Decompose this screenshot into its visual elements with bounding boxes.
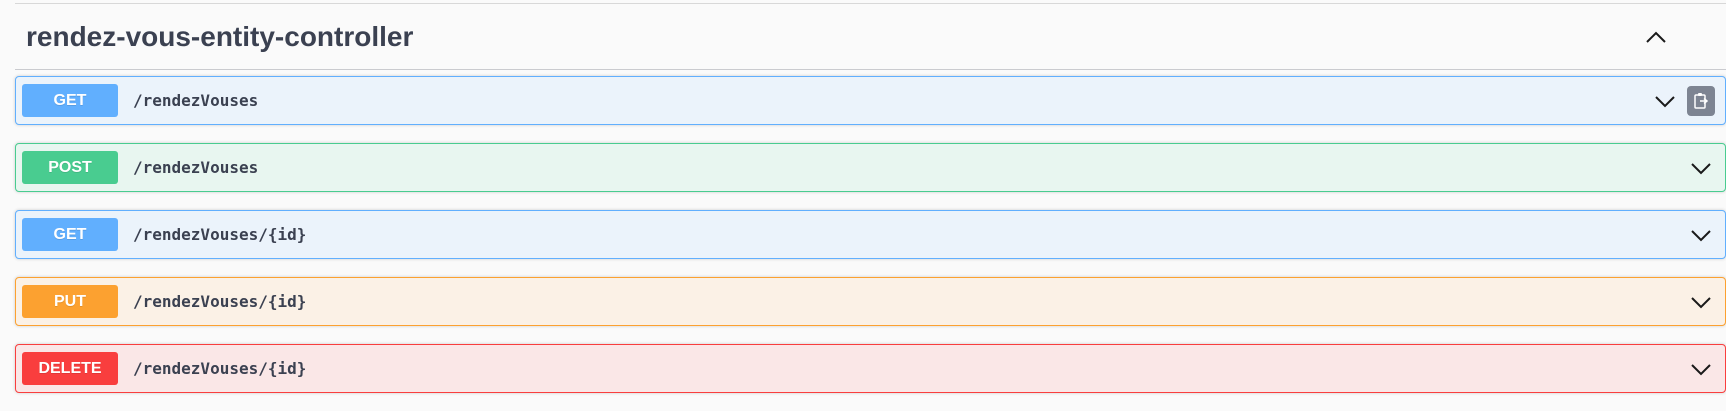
chevron-down-icon[interactable] [1687, 154, 1715, 182]
controller-header[interactable]: rendez-vous-entity-controller [15, 4, 1726, 70]
copy-to-clipboard-icon[interactable] [1687, 85, 1715, 116]
controller-title: rendez-vous-entity-controller [26, 20, 414, 52]
opblock-put-rendezvous-by-id[interactable]: PUT /rendezVouses/{id} [15, 277, 1726, 326]
method-badge: DELETE [22, 352, 118, 385]
operation-path[interactable]: /rendezVouses/{id} [133, 225, 306, 244]
operation-path[interactable]: /rendezVouses/{id} [133, 292, 306, 311]
opblock-post-rendezvouses[interactable]: POST /rendezVouses [15, 143, 1726, 192]
operation-path[interactable]: /rendezVouses [133, 91, 258, 110]
opblock-get-rendezvous-by-id[interactable]: GET /rendezVouses/{id} [15, 210, 1726, 259]
operations-list: GET /rendezVouses POST /rendezVouses GET [15, 76, 1726, 411]
operation-path[interactable]: /rendezVouses [133, 158, 258, 177]
chevron-down-icon[interactable] [1687, 288, 1715, 316]
chevron-up-icon[interactable] [1636, 17, 1676, 57]
method-badge: GET [22, 84, 118, 117]
method-badge: PUT [22, 285, 118, 318]
opblock-delete-rendezvous-by-id[interactable]: DELETE /rendezVouses/{id} [15, 344, 1726, 393]
chevron-down-icon[interactable] [1651, 87, 1679, 115]
operation-path[interactable]: /rendezVouses/{id} [133, 359, 306, 378]
method-badge: GET [22, 218, 118, 251]
method-badge: POST [22, 151, 118, 184]
chevron-down-icon[interactable] [1687, 221, 1715, 249]
chevron-down-icon[interactable] [1687, 355, 1715, 383]
opblock-get-rendezvouses[interactable]: GET /rendezVouses [15, 76, 1726, 125]
